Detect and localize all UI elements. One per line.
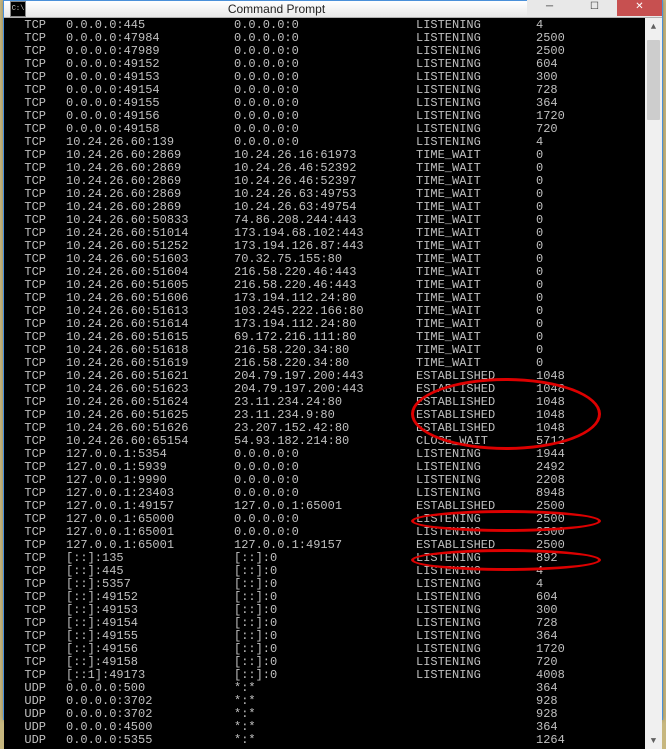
maximize-button[interactable]: ☐	[572, 0, 617, 16]
col-proto: UDP	[10, 734, 66, 747]
window-controls: ─ ☐ ✕	[527, 0, 662, 16]
col-proto: UDP	[10, 721, 66, 734]
console-area: TCP0.0.0.0:4450.0.0.0:0LISTENING4 TCP0.0…	[4, 18, 662, 749]
col-local: 0.0.0.0:4500	[66, 721, 234, 734]
col-remote: [::]:0	[234, 669, 416, 682]
window-frame: C:\ Command Prompt ─ ☐ ✕ TCP0.0.0.0:4450…	[3, 0, 663, 720]
close-button[interactable]: ✕	[617, 0, 662, 16]
col-pid: 1264	[536, 734, 565, 747]
close-icon: ✕	[635, 1, 643, 12]
col-remote: *:*	[234, 695, 416, 708]
vertical-scrollbar[interactable]: ▲ ▼	[645, 18, 662, 749]
minimize-button[interactable]: ─	[527, 0, 572, 16]
console-output[interactable]: TCP0.0.0.0:4450.0.0.0:0LISTENING4 TCP0.0…	[4, 18, 645, 749]
col-pid: 364	[536, 721, 558, 734]
col-remote: *:*	[234, 708, 416, 721]
titlebar[interactable]: C:\ Command Prompt ─ ☐ ✕	[4, 1, 662, 18]
scroll-down-icon[interactable]: ▼	[645, 732, 662, 749]
col-state: LISTENING	[416, 669, 536, 682]
scroll-up-icon[interactable]: ▲	[645, 18, 662, 35]
scroll-thumb[interactable]	[647, 40, 660, 120]
minimize-icon: ─	[546, 1, 553, 12]
netstat-row: UDP0.0.0.0:5355*:* 1264	[10, 734, 643, 747]
netstat-row: UDP0.0.0.0:4500*:* 364	[10, 721, 643, 734]
col-remote: *:*	[234, 721, 416, 734]
col-remote: *:*	[234, 734, 416, 747]
window-title: Command Prompt	[26, 2, 527, 16]
app-icon: C:\	[10, 1, 26, 17]
col-remote: *:*	[234, 682, 416, 695]
maximize-icon: ☐	[590, 1, 599, 12]
col-local: 0.0.0.0:5355	[66, 734, 234, 747]
